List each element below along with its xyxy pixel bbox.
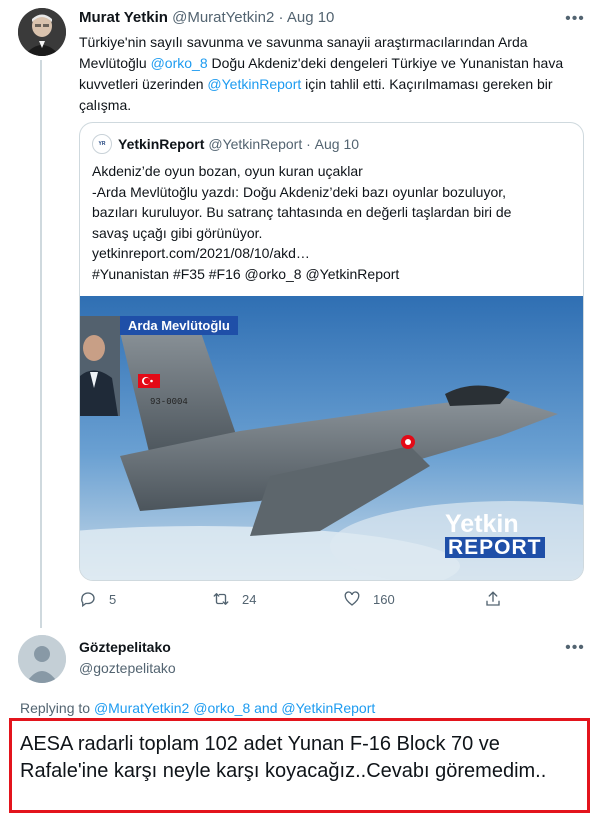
tweet-murat-yetkin[interactable]: Murat Yetkin @MuratYetkin2 · Aug 10 ••• … [0, 0, 612, 628]
quoted-author-handle[interactable]: @YetkinReport [208, 136, 302, 152]
portrait-inset [80, 316, 120, 416]
replying-prefix: Replying to [20, 700, 94, 716]
quoted-separator: · [306, 136, 311, 152]
replying-mentions[interactable]: @MuratYetkin2 @orko_8 and @YetkinReport [94, 700, 375, 716]
quoted-author-name[interactable]: YetkinReport [118, 136, 204, 152]
more-icon[interactable]: ••• [563, 640, 587, 657]
logo-line2: REPORT [445, 537, 545, 558]
mention-orko[interactable]: @orko_8 [151, 55, 208, 71]
retweet-count: 24 [242, 591, 257, 607]
reply-icon [81, 592, 95, 608]
quoted-hashtags[interactable]: #Yunanistan #F35 #F16 @orko_8 @YetkinRep… [92, 264, 572, 285]
tweet-text: Türkiye'nin sayılı savunma ve savunma sa… [79, 32, 594, 116]
quoted-line: -Arda Mevlütoğlu yazdı: Doğu Akdeniz’dek… [92, 183, 507, 200]
retweet-button[interactable]: 24 [212, 590, 256, 608]
author-handle[interactable]: @MuratYetkin2 [172, 9, 274, 26]
author-name[interactable]: Murat Yetkin [79, 9, 168, 26]
yetkin-report-logo: Yetkin REPORT [445, 512, 565, 562]
reply-count: 5 [109, 591, 117, 607]
quoted-avatar[interactable]: YR [92, 134, 112, 154]
turkish-flag-icon [138, 374, 160, 388]
avatar[interactable] [18, 635, 66, 683]
like-icon [344, 591, 360, 606]
replying-to: Replying to @MuratYetkin2 @orko_8 and @Y… [20, 700, 375, 716]
reply-author-name[interactable]: Göztepelitako [79, 639, 171, 655]
share-button[interactable] [484, 590, 514, 608]
quoted-line: savaş uçağı gibi görünüyor. [92, 224, 263, 241]
portrait-caption: Arda Mevlütoğlu [120, 316, 238, 335]
share-icon [486, 591, 500, 606]
retweet-icon [213, 593, 229, 605]
quoted-date[interactable]: Aug 10 [315, 136, 359, 152]
tweet-actions: 5 24 160 [79, 590, 579, 614]
quoted-tweet-card[interactable]: YR YetkinReport @YetkinReport · Aug 10 A… [79, 122, 584, 581]
reply-author-handle[interactable]: @goztepelitako [79, 660, 176, 676]
tail-number: 93-0004 [150, 397, 188, 407]
more-icon[interactable]: ••• [563, 11, 587, 28]
quoted-image[interactable]: 93-0004 Arda Mevlütoğlu Yetkin REPORT [80, 296, 583, 580]
quoted-line: Akdeniz’de oyun bozan, oyun kuran uçakla… [92, 163, 363, 179]
like-count: 160 [373, 591, 395, 607]
reply-tweet[interactable]: Göztepelitako @goztepelitako ••• Replyin… [0, 625, 612, 816]
tweet-date[interactable]: Aug 10 [287, 9, 335, 26]
avatar[interactable] [18, 8, 66, 56]
reply-text: AESA radarli toplam 102 adet Yunan F-16 … [20, 733, 547, 782]
quoted-link[interactable]: yetkinreport.com/2021/08/10/akd… [92, 243, 572, 264]
reply-button[interactable]: 5 [79, 590, 116, 608]
quoted-tweet-text: Akdeniz’de oyun bozan, oyun kuran uçakla… [92, 161, 572, 284]
mention-yetkinreport[interactable]: @YetkinReport [207, 76, 301, 92]
quoted-tweet-header: YR YetkinReport @YetkinReport · Aug 10 [92, 134, 359, 154]
tweet-header: Murat Yetkin @MuratYetkin2 · Aug 10 [79, 9, 334, 26]
thread-line [40, 60, 42, 628]
separator: · [278, 9, 284, 26]
quoted-line: bazıları kuruluyor. Bu satranç tahtasınd… [92, 204, 512, 220]
logo-line1: Yetkin [445, 510, 519, 538]
like-button[interactable]: 160 [343, 590, 395, 608]
